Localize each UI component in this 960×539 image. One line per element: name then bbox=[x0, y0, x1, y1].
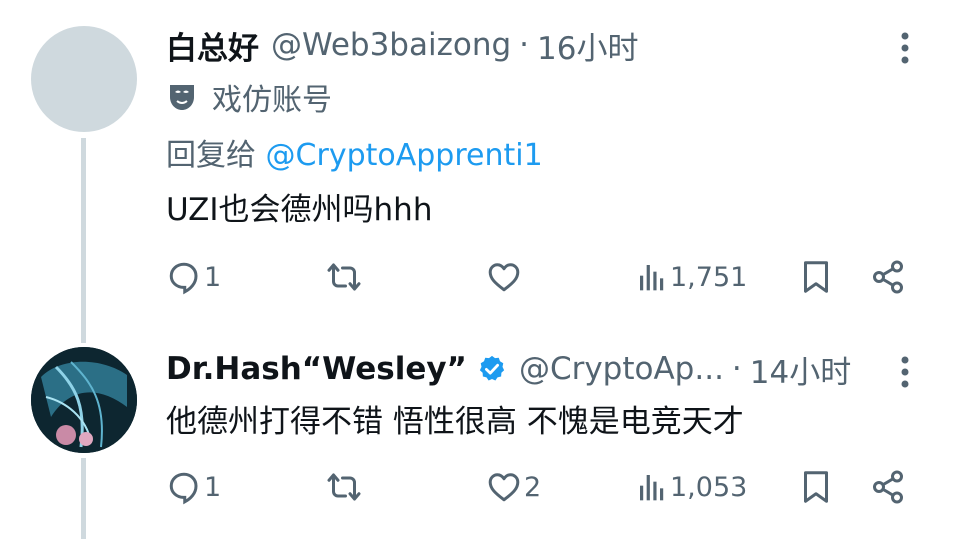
share-icon bbox=[873, 470, 903, 504]
bookmark-icon bbox=[804, 471, 828, 503]
like-icon bbox=[488, 473, 520, 502]
reply-count: 1 bbox=[204, 471, 222, 503]
like-button[interactable] bbox=[486, 252, 524, 302]
reply-prefix: 回复给 bbox=[166, 138, 256, 173]
reply-mention-link[interactable]: @CryptoApprenti1 bbox=[266, 138, 543, 173]
bookmark-button[interactable] bbox=[798, 252, 834, 302]
reply-icon bbox=[169, 262, 198, 295]
thread-line bbox=[81, 138, 86, 343]
bookmark-button[interactable] bbox=[798, 462, 834, 512]
avatar[interactable] bbox=[31, 347, 137, 453]
username[interactable]: @Web3baizong bbox=[271, 27, 511, 63]
views-button[interactable]: 1,053 bbox=[636, 462, 747, 512]
separator: · bbox=[519, 27, 530, 63]
retweet-icon bbox=[327, 473, 361, 501]
retweet-button[interactable] bbox=[326, 462, 364, 512]
share-button[interactable] bbox=[870, 462, 906, 512]
display-name[interactable]: 白总好 bbox=[166, 23, 259, 68]
more-icon[interactable] bbox=[890, 28, 920, 68]
reply-button[interactable]: 1 bbox=[166, 462, 221, 512]
share-icon bbox=[873, 260, 903, 294]
retweet-button[interactable] bbox=[326, 252, 364, 302]
view-count: 1,751 bbox=[670, 261, 748, 293]
more-icon[interactable] bbox=[890, 352, 920, 392]
tweet-header: 白总好 @Web3baizong · 16小时 bbox=[166, 18, 920, 72]
display-name[interactable]: Dr.Hash“Wesley” bbox=[166, 351, 467, 387]
thread-line-continuation bbox=[81, 458, 86, 539]
views-icon bbox=[640, 265, 664, 291]
share-button[interactable] bbox=[870, 252, 906, 302]
verified-icon bbox=[479, 355, 505, 381]
parody-badge: 戏仿账号 bbox=[166, 72, 920, 122]
timestamp[interactable]: 16小时 bbox=[537, 23, 638, 68]
avatar-image bbox=[31, 347, 137, 453]
views-button[interactable]: 1,751 bbox=[636, 252, 747, 302]
username[interactable]: @CryptoAp... bbox=[519, 351, 724, 387]
retweet-icon bbox=[327, 263, 361, 291]
reply-count: 1 bbox=[204, 261, 222, 293]
reply-icon bbox=[169, 472, 198, 505]
mask-icon bbox=[170, 85, 194, 110]
bookmark-icon bbox=[804, 261, 828, 293]
reply-context: 回复给 @CryptoApprenti1 bbox=[166, 132, 920, 180]
tweet: Dr.Hash“Wesley” @CryptoAp... · 14小时 他德州打… bbox=[166, 342, 920, 505]
like-count: 2 bbox=[524, 471, 542, 503]
tweet-text: UZI也会德州吗hhh bbox=[166, 192, 433, 228]
tweet: 白总好 @Web3baizong · 16小时 戏仿账号 回复给 @Crypto… bbox=[166, 18, 920, 295]
avatar[interactable] bbox=[31, 26, 137, 132]
like-button[interactable]: 2 bbox=[486, 462, 541, 512]
timestamp[interactable]: 14小时 bbox=[750, 347, 851, 392]
action-bar: 1 1,751 bbox=[166, 252, 920, 302]
separator: · bbox=[731, 351, 742, 387]
like-icon bbox=[488, 263, 520, 292]
action-bar: 1 2 1,053 bbox=[166, 462, 920, 512]
tweet-header: Dr.Hash“Wesley” @CryptoAp... · 14小时 bbox=[166, 342, 920, 396]
tweet-text: 他德州打得不错 悟性很高 不愧是电竞天才 bbox=[166, 404, 744, 440]
reply-button[interactable]: 1 bbox=[166, 252, 221, 302]
views-icon bbox=[640, 475, 664, 501]
view-count: 1,053 bbox=[670, 471, 748, 503]
parody-label: 戏仿账号 bbox=[212, 83, 332, 118]
